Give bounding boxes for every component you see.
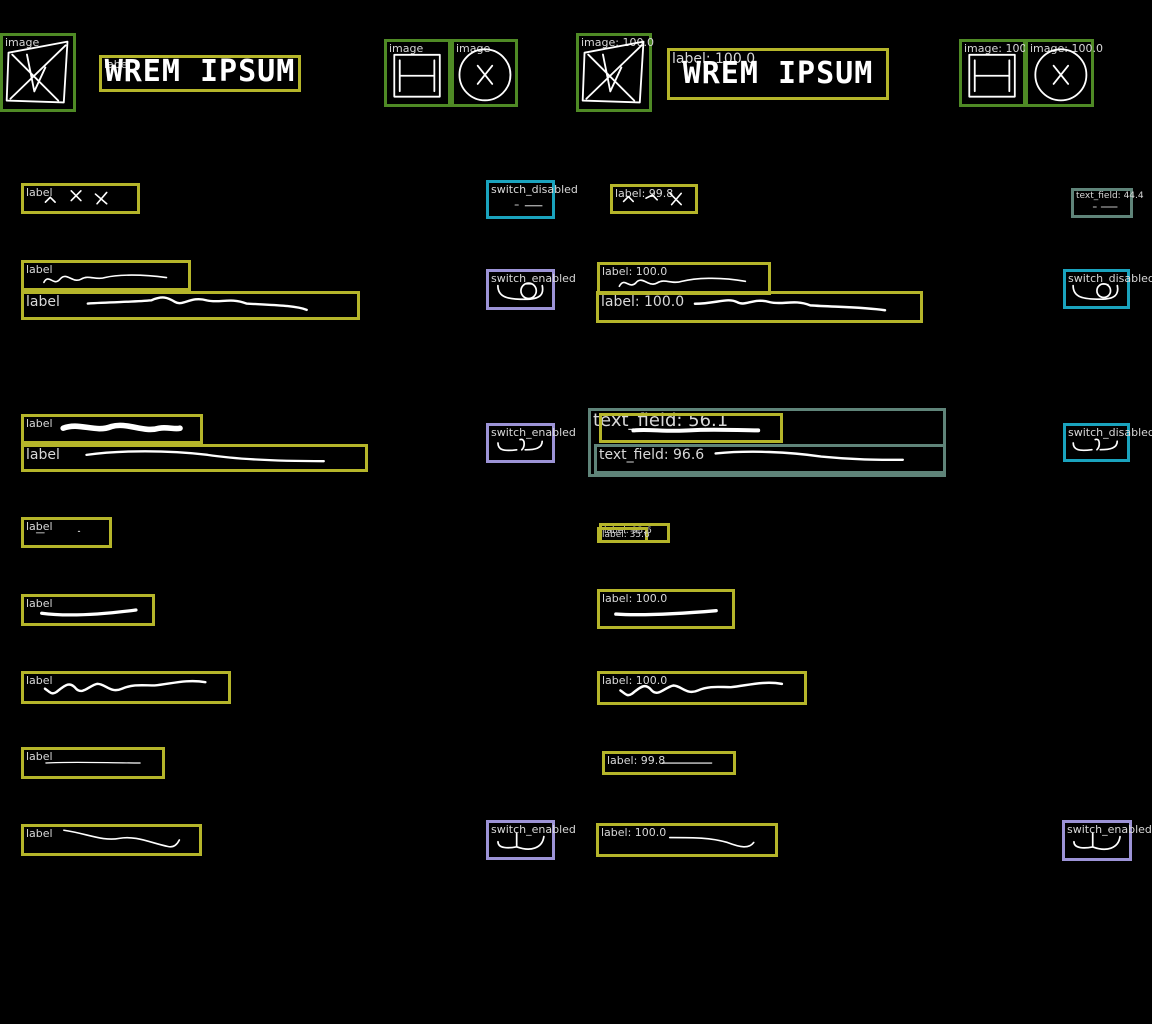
label-thin-line: label — [21, 747, 165, 779]
pred-label-curve: label: 100.0 — [596, 823, 778, 857]
pred-image-square: image: 100 — [959, 39, 1026, 107]
label-zigzag: label — [21, 671, 231, 704]
header-text: WREM IPSUM — [682, 56, 874, 91]
pred-text-field-small[interactable]: text_field: 44.4 — [1071, 188, 1144, 218]
dotted-scribble — [514, 204, 543, 207]
pred-label-zigzag: label: 100.0 — [597, 671, 807, 705]
pred-image-main: image: 100.0 — [576, 33, 654, 112]
window-sketch-icon — [968, 53, 1016, 98]
switch-scribble — [497, 438, 544, 452]
crossed-image-icon — [581, 40, 645, 104]
pred-label-small-b: label: 35.6 — [597, 527, 650, 543]
pred-label-inside — [599, 413, 783, 443]
line-scribble — [85, 450, 325, 463]
xx-scribble — [622, 192, 682, 206]
pred-header-label: label: 100.0 WREM IPSUM — [667, 48, 889, 100]
dotted-scribble — [1092, 206, 1118, 208]
wave-scribble — [86, 296, 308, 312]
thick-scribble — [631, 427, 761, 433]
sketch-image-square: image — [384, 39, 451, 107]
header-label: label WREM IPSUM — [99, 55, 301, 92]
label-small: label — [21, 517, 112, 548]
zigzag-scribble — [619, 681, 784, 697]
line-scribble — [661, 762, 713, 764]
wave-scribble — [693, 299, 887, 312]
thick-scribble — [60, 422, 183, 433]
curve-scribble — [63, 829, 181, 848]
switch-scribble — [1072, 283, 1119, 301]
line-scribble — [40, 608, 138, 617]
label-long-line: label — [21, 444, 368, 472]
sketch-image-circle: image — [451, 39, 518, 107]
switch-enabled-3[interactable]: switch_enabled — [486, 820, 576, 860]
pred-label-straight-line: label: 100.0 — [597, 589, 735, 629]
pred-switch-disabled-2[interactable]: switch_disabled: 9 — [1063, 423, 1152, 462]
wave-scribble — [43, 274, 168, 284]
line-scribble — [614, 609, 718, 617]
switch-enabled-2[interactable]: switch_enabled — [486, 423, 576, 463]
circle-x-icon — [1034, 48, 1088, 102]
line-scribble — [45, 761, 141, 764]
label-xx: label — [21, 183, 140, 214]
pred-image-circle: image: 100.0 — [1025, 39, 1103, 107]
header-text: WREM IPSUM — [104, 54, 296, 89]
pred-text-field-inner[interactable]: text_field: 96.6 — [594, 444, 946, 474]
switch-disabled[interactable]: switch_disabled — [486, 180, 578, 219]
label-score-tag: label: 35.6 — [602, 530, 650, 540]
sketch-image-main: image — [0, 33, 76, 112]
switch-scribble — [497, 282, 544, 301]
label-wave-1: label — [21, 260, 191, 291]
zigzag-scribble — [43, 679, 207, 695]
circle-x-icon — [458, 48, 512, 102]
line-scribble — [714, 450, 905, 461]
wave-scribble — [618, 277, 747, 288]
label-curve: label — [21, 824, 202, 856]
label-straight-line: label — [21, 594, 155, 626]
switch-scribble — [1073, 832, 1121, 850]
label-wave-2: label — [21, 291, 360, 320]
curve-scribble — [668, 836, 755, 848]
switch-scribble — [497, 832, 545, 850]
switch-scribble — [1072, 438, 1119, 452]
pred-switch-enabled[interactable]: switch_enabled: 9 — [1062, 820, 1152, 861]
label-thick-scribble: label — [21, 414, 203, 444]
pred-label-xx: label: 99.8 — [610, 184, 698, 214]
switch-enabled-1[interactable]: switch_enabled — [486, 269, 576, 310]
pred-label-wave-2: label: 100.0 — [596, 291, 923, 323]
xx-scribble — [44, 190, 108, 205]
crossed-image-icon — [5, 40, 69, 104]
pred-text-field-outer[interactable]: text_field: 56.1 text_field: 96.6 — [588, 408, 946, 477]
pred-switch-disabled-1[interactable]: switch_disabled: — [1063, 269, 1152, 309]
pred-label-thin-line: label: 99.8 — [602, 751, 736, 775]
dotted-scribble — [35, 530, 81, 534]
window-sketch-icon — [393, 53, 441, 98]
